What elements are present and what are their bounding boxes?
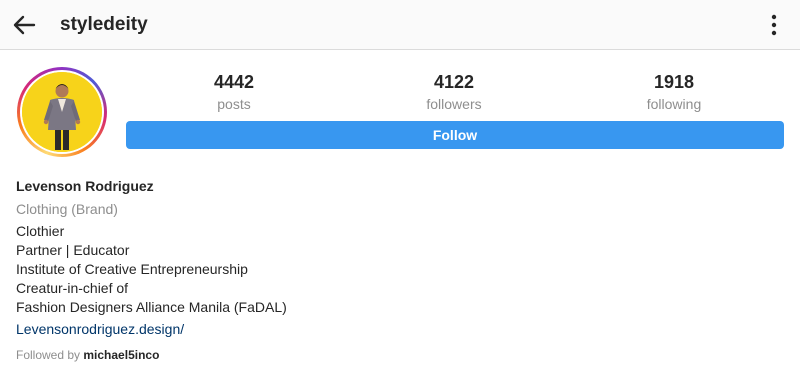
followed-by-user-link[interactable]: michael5inco [83,348,159,362]
posts-stat: 4442 posts [164,70,304,114]
posts-label: posts [217,96,251,112]
bio-line: Institute of Creative Entrepreneurship [16,261,248,277]
arrow-left-icon [13,15,36,35]
bio-line: Creatur-in-chief of [16,280,129,296]
back-button[interactable] [8,9,40,41]
category-label: Clothing (Brand) [16,201,118,217]
posts-count: 4442 [213,72,255,92]
profile-bio: Levenson Rodriguez Clothing (Brand) Clot… [16,177,776,363]
followers-stat[interactable]: 4122 followers [384,70,524,114]
followers-label: followers [426,96,482,112]
profile-photo [22,72,102,152]
bio-line: Partner | Educator [16,242,130,258]
avatar-story-ring[interactable] [17,67,107,157]
avatar [22,72,102,152]
bio-line: Fashion Designers Alliance Manila (FaDAL… [16,299,287,315]
profile-username: styledeity [60,14,148,35]
bio-line: Clothier [16,223,65,239]
website-link[interactable]: Levensonrodriguez.design/ [16,319,184,339]
followers-count: 4122 [433,72,475,92]
follow-button[interactable]: Follow [126,121,784,149]
following-count: 1918 [653,72,695,92]
more-vertical-icon [771,14,777,36]
followed-by-prefix: Followed by [16,348,81,362]
following-label: following [646,96,702,112]
full-name: Levenson Rodriguez [16,178,154,194]
followed-by: Followed by michael5inco [16,347,776,363]
bio-text: Clothier Partner | Educator Institute of… [16,222,776,317]
following-stat[interactable]: 1918 following [604,70,744,114]
top-app-bar: styledeity [0,0,800,50]
more-options-button[interactable] [762,12,786,38]
